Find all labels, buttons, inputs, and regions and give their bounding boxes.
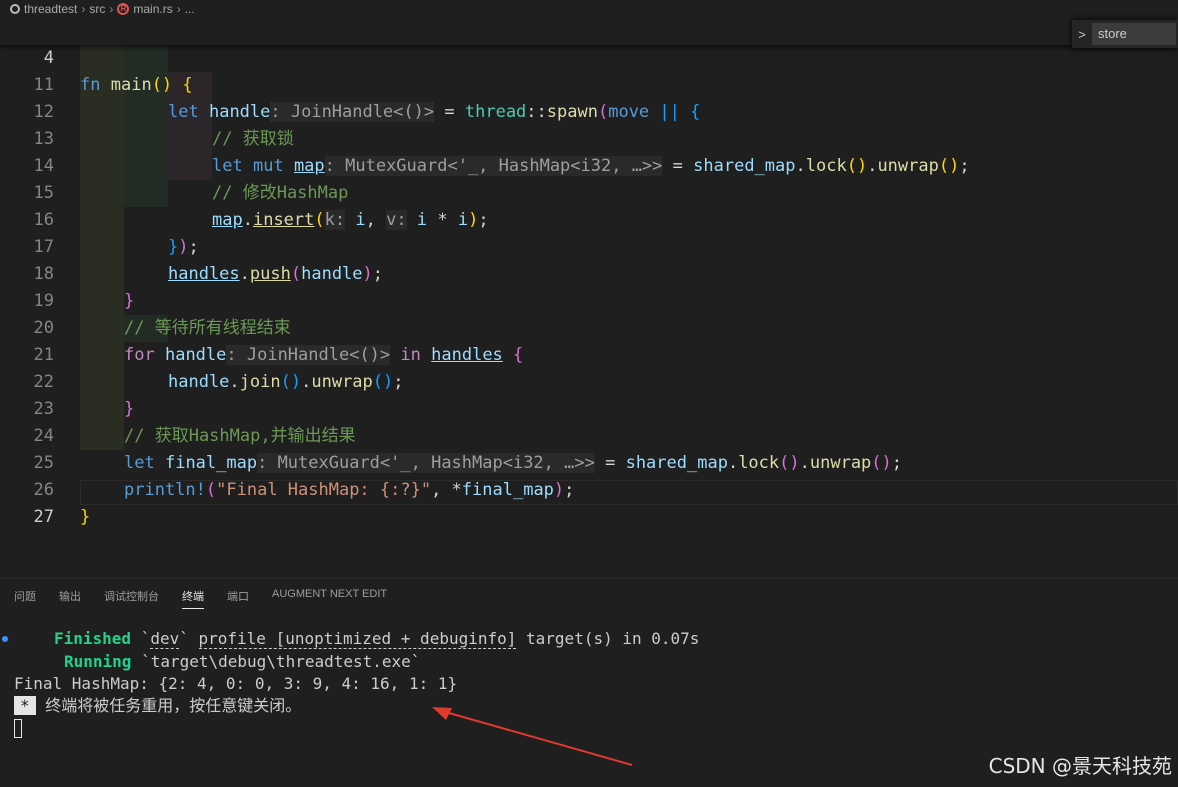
annotation-arrow <box>432 707 633 766</box>
find-widget: > store <box>1072 20 1178 48</box>
watermark: CSDN @景天科技苑 <box>988 754 1172 778</box>
sticky-code: fn main() { <box>80 75 193 95</box>
find-replace-toggle[interactable]: > <box>1072 27 1092 42</box>
line-number: 4 <box>43 48 54 68</box>
sticky-scroll[interactable]: 4 fn main() { <box>0 18 1178 95</box>
find-input[interactable]: store <box>1092 23 1176 45</box>
